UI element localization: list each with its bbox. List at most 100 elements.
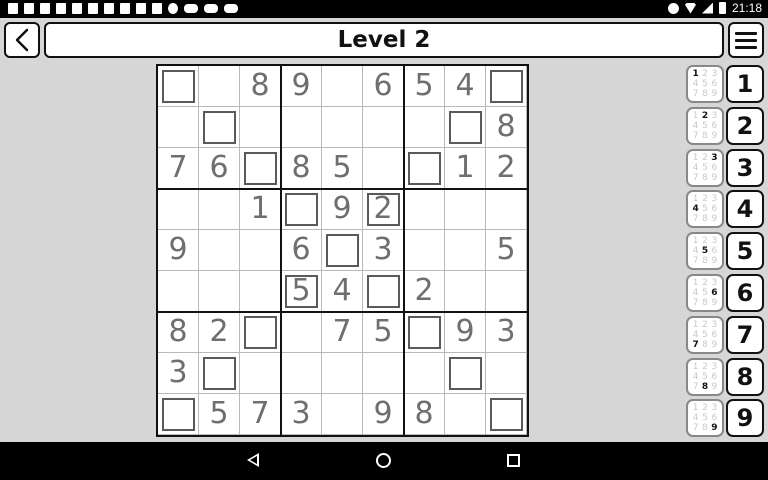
candidate-button-9[interactable]: 123 456 789 [686,399,724,438]
back-button[interactable] [4,22,40,58]
sudoku-cell-r9c1[interactable] [158,394,199,435]
sudoku-cell-r7c5[interactable]: 7 [322,312,363,353]
sudoku-cell-r1c6[interactable]: 6 [363,66,404,107]
sudoku-cell-r7c9[interactable]: 3 [486,312,527,353]
sudoku-cell-r3c9[interactable]: 2 [486,148,527,189]
sudoku-cell-r8c2[interactable] [199,353,240,394]
sudoku-cell-r6c3[interactable] [240,271,281,312]
sudoku-cell-r8c3[interactable] [240,353,281,394]
sudoku-cell-r1c8[interactable]: 4 [445,66,486,107]
number-button-9[interactable]: 9 [726,399,764,438]
sudoku-cell-r2c9[interactable]: 8 [486,107,527,148]
sudoku-cell-r4c9[interactable] [486,189,527,230]
sudoku-cell-r4c6[interactable]: 2 [363,189,404,230]
number-button-1[interactable]: 1 [726,65,764,103]
sudoku-cell-r9c5[interactable] [322,394,363,435]
sudoku-cell-r9c9[interactable] [486,394,527,435]
candidate-button-1[interactable]: 123 456 789 [686,65,724,103]
sudoku-cell-r5c2[interactable] [199,230,240,271]
menu-button[interactable] [728,22,764,58]
sudoku-cell-r1c9[interactable] [486,66,527,107]
sudoku-cell-r2c1[interactable] [158,107,199,148]
sudoku-cell-r5c6[interactable]: 3 [363,230,404,271]
sudoku-cell-r8c6[interactable] [363,353,404,394]
home-circle-icon[interactable] [376,453,391,468]
sudoku-cell-r3c7[interactable] [404,148,445,189]
sudoku-cell-r2c2[interactable] [199,107,240,148]
sudoku-cell-r5c7[interactable] [404,230,445,271]
sudoku-cell-r9c2[interactable]: 5 [199,394,240,435]
sudoku-cell-r4c1[interactable] [158,189,199,230]
sudoku-cell-r4c8[interactable] [445,189,486,230]
candidate-button-2[interactable]: 123 456 789 [686,106,724,145]
candidate-button-8[interactable]: 123 456 789 [686,357,724,396]
number-button-3[interactable]: 3 [726,148,764,187]
sudoku-cell-r3c3[interactable] [240,148,281,189]
sudoku-cell-r7c6[interactable]: 5 [363,312,404,353]
sudoku-cell-r7c2[interactable]: 2 [199,312,240,353]
sudoku-cell-r5c1[interactable]: 9 [158,230,199,271]
sudoku-cell-r3c4[interactable]: 8 [281,148,322,189]
sudoku-cell-r8c8[interactable] [445,353,486,394]
sudoku-cell-r3c2[interactable]: 6 [199,148,240,189]
sudoku-cell-r8c9[interactable] [486,353,527,394]
sudoku-cell-r9c3[interactable]: 7 [240,394,281,435]
sudoku-cell-r9c8[interactable] [445,394,486,435]
sudoku-cell-r4c3[interactable]: 1 [240,189,281,230]
sudoku-cell-r9c7[interactable]: 8 [404,394,445,435]
sudoku-cell-r2c4[interactable] [281,107,322,148]
sudoku-cell-r3c8[interactable]: 1 [445,148,486,189]
sudoku-cell-r7c8[interactable]: 9 [445,312,486,353]
sudoku-cell-r1c7[interactable]: 5 [404,66,445,107]
sudoku-cell-r8c1[interactable]: 3 [158,353,199,394]
number-button-7[interactable]: 7 [726,315,764,354]
candidate-button-5[interactable]: 123 456 789 [686,232,724,271]
sudoku-cell-r9c4[interactable]: 3 [281,394,322,435]
sudoku-cell-r7c1[interactable]: 8 [158,312,199,353]
sudoku-cell-r1c2[interactable] [199,66,240,107]
sudoku-cell-r5c4[interactable]: 6 [281,230,322,271]
number-button-6[interactable]: 6 [726,274,764,312]
sudoku-cell-r4c7[interactable] [404,189,445,230]
sudoku-cell-r2c6[interactable] [363,107,404,148]
sudoku-cell-r3c6[interactable] [363,148,404,189]
sudoku-cell-r3c1[interactable]: 7 [158,148,199,189]
sudoku-cell-r7c4[interactable] [281,312,322,353]
sudoku-cell-r2c5[interactable] [322,107,363,148]
sudoku-cell-r8c5[interactable] [322,353,363,394]
sudoku-cell-r4c2[interactable] [199,189,240,230]
number-button-5[interactable]: 5 [726,232,764,271]
sudoku-cell-r1c4[interactable]: 9 [281,66,322,107]
candidate-button-4[interactable]: 123 456 789 [686,190,724,229]
sudoku-cell-r7c3[interactable] [240,312,281,353]
sudoku-cell-r6c4[interactable]: 5 [281,271,322,312]
candidate-button-3[interactable]: 123 456 789 [686,148,724,187]
sudoku-cell-r7c7[interactable] [404,312,445,353]
sudoku-cell-r3c5[interactable]: 5 [322,148,363,189]
sudoku-cell-r5c3[interactable] [240,230,281,271]
sudoku-cell-r4c4[interactable] [281,189,322,230]
sudoku-cell-r6c5[interactable]: 4 [322,271,363,312]
sudoku-cell-r8c7[interactable] [404,353,445,394]
sudoku-cell-r1c5[interactable] [322,66,363,107]
candidate-button-6[interactable]: 123 456 789 [686,274,724,312]
sudoku-cell-r5c9[interactable]: 5 [486,230,527,271]
sudoku-cell-r6c1[interactable] [158,271,199,312]
sudoku-cell-r9c6[interactable]: 9 [363,394,404,435]
candidate-button-7[interactable]: 123 456 789 [686,315,724,354]
sudoku-cell-r8c4[interactable] [281,353,322,394]
sudoku-cell-r2c3[interactable] [240,107,281,148]
sudoku-cell-r4c5[interactable]: 9 [322,189,363,230]
sudoku-cell-r1c1[interactable] [158,66,199,107]
sudoku-cell-r6c2[interactable] [199,271,240,312]
number-button-4[interactable]: 4 [726,190,764,229]
sudoku-cell-r2c7[interactable] [404,107,445,148]
number-button-8[interactable]: 8 [726,357,764,396]
sudoku-cell-r6c8[interactable] [445,271,486,312]
recents-square-icon[interactable] [507,454,520,467]
back-triangle-icon[interactable] [247,453,259,467]
sudoku-cell-r2c8[interactable] [445,107,486,148]
sudoku-cell-r6c7[interactable]: 2 [404,271,445,312]
sudoku-cell-r5c5[interactable] [322,230,363,271]
sudoku-cell-r6c9[interactable] [486,271,527,312]
